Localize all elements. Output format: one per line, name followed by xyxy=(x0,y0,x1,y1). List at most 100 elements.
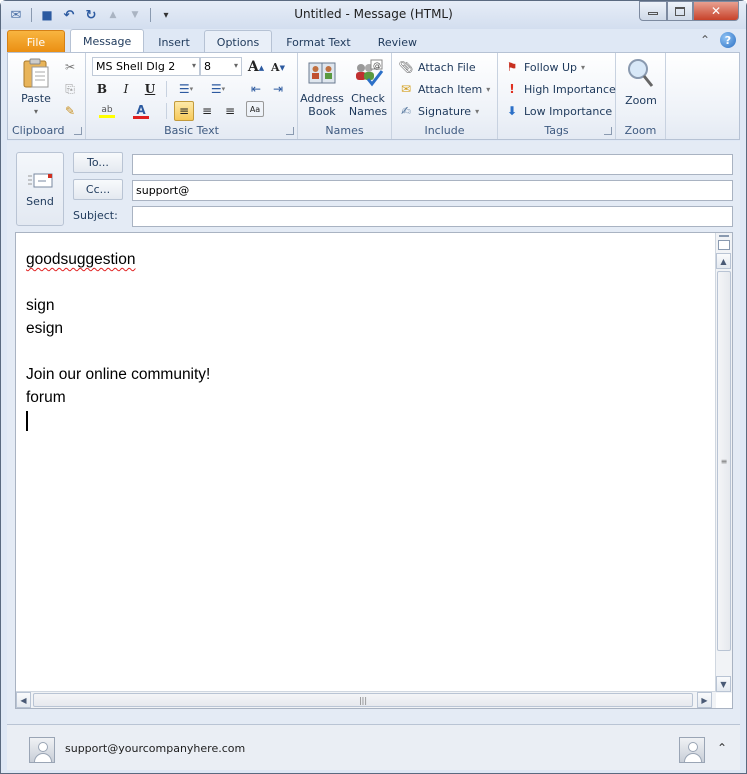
horizontal-scrollbar[interactable]: ◀ ||| ▶ xyxy=(16,691,716,708)
grow-font-button[interactable]: A ▲ xyxy=(246,57,266,77)
italic-button[interactable]: I xyxy=(116,79,136,99)
bold-button[interactable]: B xyxy=(92,79,112,99)
subject-field[interactable] xyxy=(132,206,733,227)
vertical-scrollbar[interactable]: ▲ ≡ ▼ xyxy=(715,233,732,693)
group-label-include: Include xyxy=(424,124,465,137)
low-importance-button[interactable]: ⬇ Low Importance xyxy=(504,103,612,119)
align-left-button[interactable]: ≡ xyxy=(174,101,194,121)
to-field[interactable] xyxy=(132,154,733,175)
numbering-icon: ☰ xyxy=(210,82,222,96)
font-color-icon: A xyxy=(136,102,146,117)
separator xyxy=(166,81,167,97)
align-right-button[interactable]: ≡ xyxy=(220,101,240,121)
follow-up-button[interactable]: ⚑ Follow Up ▾ xyxy=(504,59,585,75)
close-icon: ✕ xyxy=(710,4,722,18)
chevron-down-icon: ▾ xyxy=(581,62,586,72)
bullets-button[interactable]: ☰ ▾ xyxy=(172,79,200,99)
tab-message[interactable]: Message xyxy=(70,29,145,53)
minimize-ribbon-icon[interactable]: ⌃ xyxy=(700,33,710,47)
numbering-button[interactable]: ☰ ▾ xyxy=(204,79,232,99)
shrink-font-button[interactable]: A ▼ xyxy=(268,57,288,77)
font-name-combo[interactable]: MS Shell Dlg 2 ▾ xyxy=(92,57,200,76)
group-label-zoom: Zoom xyxy=(624,124,657,137)
maximize-button[interactable] xyxy=(667,1,693,21)
expand-people-pane-icon[interactable]: ⌃ xyxy=(717,741,727,755)
scissors-icon: ✂ xyxy=(64,60,76,74)
scroll-down-button[interactable]: ▼ xyxy=(716,676,731,692)
format-painter-button[interactable]: ✎ xyxy=(62,103,78,119)
highlight-color-bar xyxy=(99,114,115,118)
styles-icon: Aa xyxy=(249,104,261,114)
check-names-button[interactable]: @ Check Names xyxy=(346,57,390,118)
font-size-combo[interactable]: 8 ▾ xyxy=(200,57,242,76)
group-include: 📎︎ Attach File ✉ Attach Item ▾ ✍ Signature ▾ … xyxy=(392,53,498,139)
close-button[interactable]: ✕ xyxy=(693,1,739,21)
zoom-label: Zoom xyxy=(625,94,657,107)
dialog-launcher-icon[interactable] xyxy=(286,127,294,135)
vertical-scroll-thumb[interactable]: ≡ xyxy=(717,271,731,651)
underline-button[interactable]: U xyxy=(140,79,160,99)
paste-button[interactable]: Paste ▾ xyxy=(16,57,56,118)
cut-button[interactable]: ✂ xyxy=(62,59,78,75)
dialog-launcher-icon[interactable] xyxy=(604,127,612,135)
send-envelope-icon xyxy=(28,173,53,187)
tab-file[interactable]: File xyxy=(7,30,65,53)
misspelled-word[interactable]: goodsuggestion xyxy=(26,251,135,268)
help-icon[interactable]: ? xyxy=(720,32,736,48)
to-button[interactable]: To... xyxy=(73,152,123,173)
attach-file-button[interactable]: 📎︎ Attach File xyxy=(398,59,475,75)
address-book-label-1: Address xyxy=(300,92,344,105)
copy-button[interactable]: ⎘ xyxy=(62,81,78,97)
sender-email: support@yourcompanyhere.com xyxy=(65,742,246,755)
styles-button[interactable]: Aa xyxy=(246,101,264,117)
signature-button[interactable]: ✍ Signature ▾ xyxy=(398,103,479,119)
ribbon-tabs: File Message Insert Options Format Text … xyxy=(7,29,431,53)
grip-icon: ≡ xyxy=(720,456,728,466)
minimize-button[interactable] xyxy=(639,1,667,21)
horizontal-scroll-thumb[interactable]: ||| xyxy=(33,693,693,707)
address-book-button[interactable]: Address Book xyxy=(300,57,344,118)
split-handle[interactable] xyxy=(719,235,729,237)
message-body[interactable]: goodsuggestion sign esign Join our onlin… xyxy=(15,232,733,709)
group-zoom: Zoom Zoom xyxy=(616,53,666,139)
font-color-bar xyxy=(133,115,149,119)
decrease-indent-button[interactable]: ⇤ xyxy=(246,79,266,99)
high-importance-label: High Importance xyxy=(524,82,616,96)
group-names: Address Book @ Check Names Names xyxy=(298,53,392,139)
align-center-button[interactable]: ≡ xyxy=(197,101,217,121)
paintbrush-icon: ✎ xyxy=(64,104,76,118)
tab-review[interactable]: Review xyxy=(365,30,430,53)
ruler-toggle-icon[interactable] xyxy=(718,240,730,250)
body-line: Join our online community! xyxy=(26,366,211,383)
address-book-label-2: Book xyxy=(308,105,336,118)
message-text[interactable]: goodsuggestion sign esign Join our onlin… xyxy=(26,248,210,431)
sender-avatar[interactable] xyxy=(29,737,55,763)
scroll-right-button[interactable]: ▶ xyxy=(697,692,712,708)
group-label-names: Names xyxy=(325,124,364,137)
contact-avatar[interactable] xyxy=(679,737,705,763)
check-names-label-2: Names xyxy=(348,105,388,118)
zoom-button[interactable]: Zoom xyxy=(620,57,662,107)
dialog-launcher-icon[interactable] xyxy=(74,127,82,135)
increase-indent-icon: ⇥ xyxy=(272,82,284,96)
high-importance-button[interactable]: ! High Importance xyxy=(504,81,616,97)
scroll-up-button[interactable]: ▲ xyxy=(716,253,731,269)
font-color-button[interactable]: A xyxy=(126,101,156,121)
attach-item-button[interactable]: ✉ Attach Item ▾ xyxy=(398,81,490,97)
cc-field[interactable]: support@ xyxy=(132,180,733,201)
highlight-button[interactable]: ab xyxy=(92,101,122,121)
send-button[interactable]: Send xyxy=(16,152,64,226)
tab-format-text[interactable]: Format Text xyxy=(273,30,364,53)
scroll-left-button[interactable]: ◀ xyxy=(16,692,31,708)
body-line xyxy=(26,271,210,294)
increase-indent-button[interactable]: ⇥ xyxy=(268,79,288,99)
copy-icon: ⎘ xyxy=(65,81,75,96)
decrease-indent-icon: ⇤ xyxy=(250,82,262,96)
signature-icon: ✍ xyxy=(400,104,412,118)
tab-insert[interactable]: Insert xyxy=(145,30,203,53)
cc-button[interactable]: Cc... xyxy=(73,179,123,200)
person-icon-body xyxy=(34,753,52,762)
tab-options[interactable]: Options xyxy=(203,30,273,53)
attach-item-label: Attach Item xyxy=(418,82,483,96)
font-size-value: 8 xyxy=(204,60,211,73)
